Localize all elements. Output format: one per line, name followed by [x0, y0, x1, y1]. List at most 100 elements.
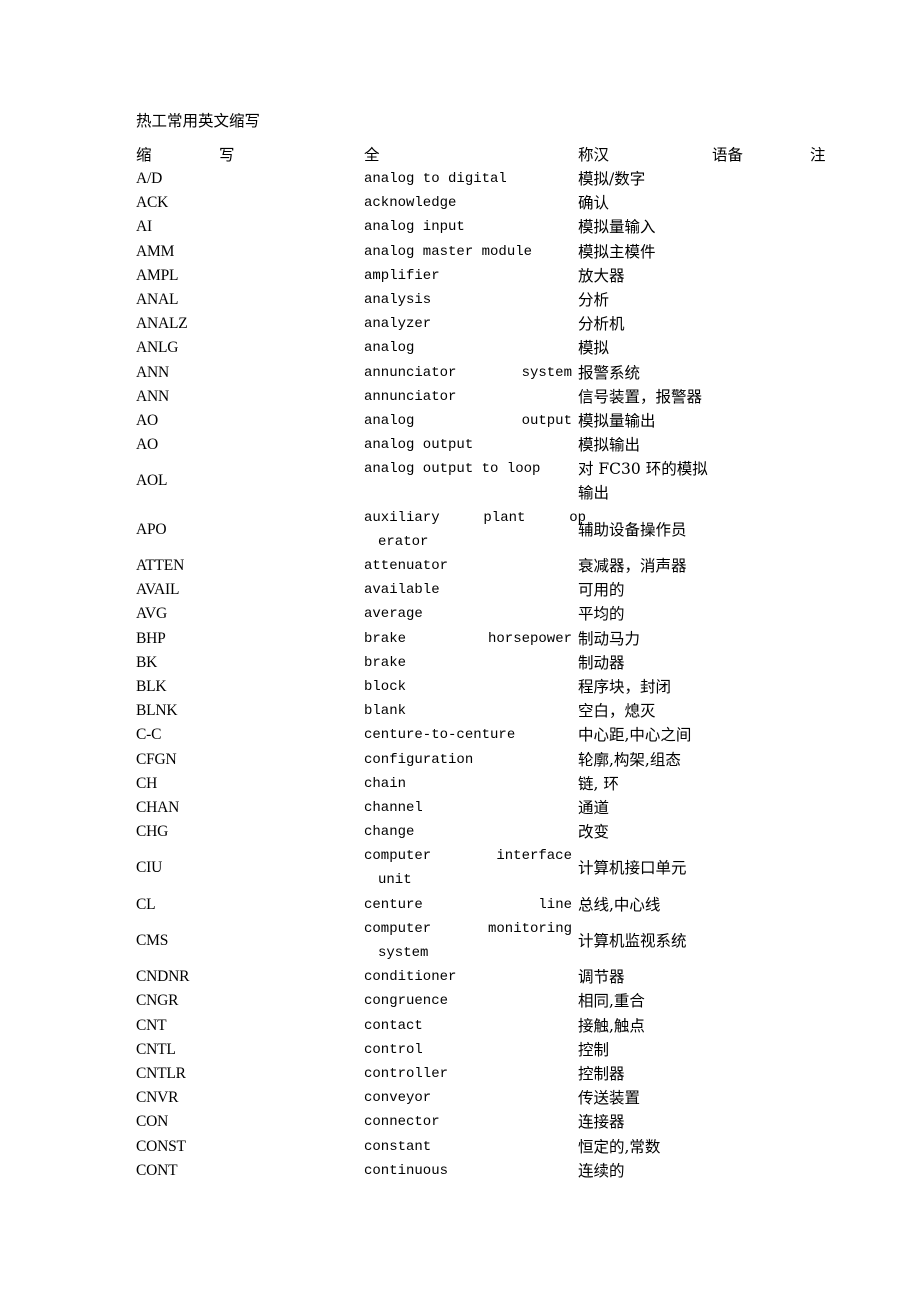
- cell-abbreviation: AVG: [136, 605, 167, 623]
- cell-full-name: acknowledge: [364, 195, 457, 212]
- cell-chinese-meaning: 模拟/数字: [578, 170, 646, 188]
- table-row: CONST constant 恒定的,常数: [136, 1135, 896, 1159]
- cell-chinese-meaning: 对 FC30 环的模拟 输出: [578, 460, 708, 503]
- cell-chinese-meaning: 确认: [578, 194, 610, 213]
- cell-full-name: analog output: [364, 437, 474, 454]
- column-header-fullname: 全: [364, 146, 380, 164]
- table-row: AO analog output 模拟量输出: [136, 409, 896, 433]
- cell-chinese-meaning: 分析机: [578, 315, 625, 334]
- cell-chinese-meaning: 恒定的,常数: [578, 1137, 661, 1156]
- cell-full-name: average: [364, 606, 423, 623]
- cell-abbreviation: CONT: [136, 1161, 178, 1179]
- table-row: CMS computer monitoring system 计算机监视系统: [136, 917, 896, 965]
- cell-full-name: annunciator: [364, 388, 457, 405]
- cell-chinese-meaning: 控制器: [578, 1065, 625, 1083]
- cell-chinese-meaning: 连接器: [578, 1113, 625, 1132]
- cell-chinese-meaning: 计算机监视系统: [578, 931, 687, 950]
- cell-abbreviation: CONST: [136, 1137, 186, 1155]
- table-row: APO auxiliary plant op erator 辅助设备操作员: [136, 506, 896, 554]
- cell-full-name: analysis: [364, 291, 432, 308]
- cell-full-name: brake: [364, 654, 407, 671]
- table-row: BHP brake horsepower 制动马力: [136, 627, 896, 651]
- cell-abbreviation: ANLG: [136, 339, 179, 357]
- cell-full-name: centure line: [364, 896, 572, 913]
- cell-abbreviation: CH: [136, 774, 158, 792]
- table-row: BK brake 制动器: [136, 651, 896, 675]
- cell-abbreviation: BLK: [136, 677, 167, 695]
- cell-chinese-meaning: 空白，熄灭: [578, 702, 656, 721]
- table-row: AOL analog output to loop 对 FC30 环的模拟 输出: [136, 457, 896, 505]
- table-row: CNGR congruence 相同,重合: [136, 989, 896, 1013]
- cell-chinese-meaning: 程序块，封闭: [578, 677, 672, 696]
- cell-full-name: conditioner: [364, 969, 457, 986]
- cell-full-name: contact: [364, 1017, 423, 1034]
- cell-chinese-meaning: 分析: [578, 290, 610, 309]
- cell-chinese-meaning: 报警系统: [578, 363, 641, 382]
- cell-abbreviation: CL: [136, 895, 156, 913]
- table-row: CNT contact 接触,触点: [136, 1014, 896, 1038]
- cell-full-name: continuous: [364, 1162, 449, 1179]
- cell-abbreviation: BHP: [136, 629, 166, 647]
- cell-full-name: centure-to-centure: [364, 727, 516, 744]
- table-row: CNDNR conditioner 调节器: [136, 965, 896, 989]
- glossary-table-body: A/D analog to digital 模拟/数字 ACK acknowledge 确…: [136, 167, 896, 1183]
- table-row: CON connector 连接器: [136, 1110, 896, 1134]
- cell-chinese-meaning: 模拟量输入: [578, 218, 656, 237]
- cell-full-name: amplifier: [364, 267, 440, 284]
- cell-chinese-meaning: 链, 环: [578, 774, 619, 793]
- cell-abbreviation: CNDNR: [136, 968, 190, 986]
- cell-abbreviation: AMM: [136, 242, 175, 260]
- cell-full-name: analyzer: [364, 316, 432, 333]
- table-row: BLK block 程序块，封闭: [136, 675, 896, 699]
- cell-chinese-meaning: 改变: [578, 823, 610, 842]
- table-row: ANAL analysis 分析: [136, 288, 896, 312]
- cell-abbreviation: CMS: [136, 931, 169, 949]
- table-row: ATTEN attenuator 衰减器，消声器: [136, 554, 896, 578]
- cell-abbreviation: BLNK: [136, 702, 178, 720]
- cell-chinese-meaning: 放大器: [578, 266, 625, 285]
- cell-full-name: auxiliary plant op erator: [364, 509, 587, 550]
- cell-chinese-meaning: 接触,触点: [578, 1016, 645, 1035]
- table-header-row: 缩 写 全 称汉 语备 注: [136, 143, 836, 167]
- cell-chinese-meaning: 计算机接口单元: [578, 859, 687, 878]
- table-row: AO analog output 模拟输出: [136, 433, 896, 457]
- cell-chinese-meaning: 模拟量输出: [578, 411, 656, 430]
- table-row: ACK acknowledge 确认: [136, 191, 896, 215]
- column-header-chinese-2: 语备: [712, 146, 744, 164]
- cell-abbreviation: CNTLR: [136, 1065, 186, 1082]
- cell-full-name: analog output to loop: [364, 461, 541, 478]
- cell-full-name: conveyor: [364, 1090, 432, 1107]
- table-row: C-C centure-to-centure 中心距,中心之间: [136, 723, 896, 747]
- table-row: CHAN channel 通道: [136, 796, 896, 820]
- cell-full-name: available: [364, 582, 440, 599]
- cell-full-name: change: [364, 824, 415, 841]
- cell-chinese-meaning: 中心距,中心之间: [578, 726, 692, 745]
- cell-abbreviation: AOL: [136, 472, 168, 490]
- cell-full-name: computer monitoring system: [364, 920, 572, 962]
- table-row: CNTL control 控制: [136, 1038, 896, 1062]
- cell-abbreviation: CHAN: [136, 798, 180, 816]
- cell-abbreviation: CNT: [136, 1016, 167, 1034]
- table-row: ANALZ analyzer 分析机: [136, 312, 896, 336]
- cell-chinese-meaning: 制动器: [578, 653, 625, 672]
- cell-chinese-meaning: 通道: [578, 798, 610, 817]
- cell-abbreviation: ANN: [136, 363, 169, 381]
- table-row: AMPL amplifier 放大器: [136, 264, 896, 288]
- column-header-chinese-1: 称汉: [578, 146, 610, 164]
- cell-chinese-meaning: 传送装置: [578, 1089, 641, 1108]
- column-header-abbreviation-1: 缩: [136, 146, 152, 164]
- cell-chinese-meaning: 辅助设备操作员: [578, 520, 687, 539]
- cell-abbreviation: BK: [136, 653, 158, 671]
- table-row: CNVR conveyor 传送装置: [136, 1086, 896, 1110]
- table-row: A/D analog to digital 模拟/数字: [136, 167, 896, 191]
- cell-abbreviation: A/D: [136, 170, 163, 187]
- table-row: CONT continuous 连续的: [136, 1159, 896, 1183]
- cell-chinese-meaning: 可用的: [578, 581, 625, 600]
- cell-full-name: analog master module: [364, 243, 533, 260]
- cell-full-name: blank: [364, 703, 407, 720]
- cell-full-name: block: [364, 678, 407, 695]
- cell-full-name: channel: [364, 799, 423, 816]
- table-row: ANN annunciator 信号装置，报警器: [136, 385, 896, 409]
- cell-chinese-meaning: 衰减器，消声器: [578, 557, 687, 576]
- cell-full-name: annunciator system: [364, 364, 572, 381]
